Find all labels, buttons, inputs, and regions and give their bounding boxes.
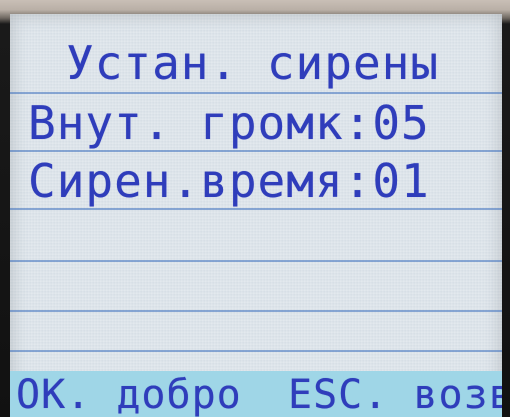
ok-softkey[interactable]: OK. добро [16, 375, 242, 415]
divider [10, 350, 502, 352]
esc-softkey[interactable]: ESC. возвр [288, 375, 502, 415]
menu-item-internal-volume[interactable]: Внут. громк:05 [10, 98, 502, 152]
divider [10, 92, 502, 94]
menu-item-empty-3 [10, 312, 502, 366]
softkey-bar: OK. добро ESC. возвр [10, 371, 502, 417]
divider [10, 150, 502, 152]
menu-item-empty-1 [10, 210, 502, 264]
screen-title: Устан. сирены [66, 36, 440, 90]
menu-item-label: Внут. громк:05 [28, 96, 430, 150]
menu-item-label: Сирен.время:01 [28, 154, 430, 208]
menu-item-siren-time[interactable]: Сирен.время:01 [10, 156, 502, 210]
menu-item-empty-2 [10, 262, 502, 316]
lcd-screen: Устан. сирены Внут. громк:05 Сирен.время… [10, 14, 502, 417]
